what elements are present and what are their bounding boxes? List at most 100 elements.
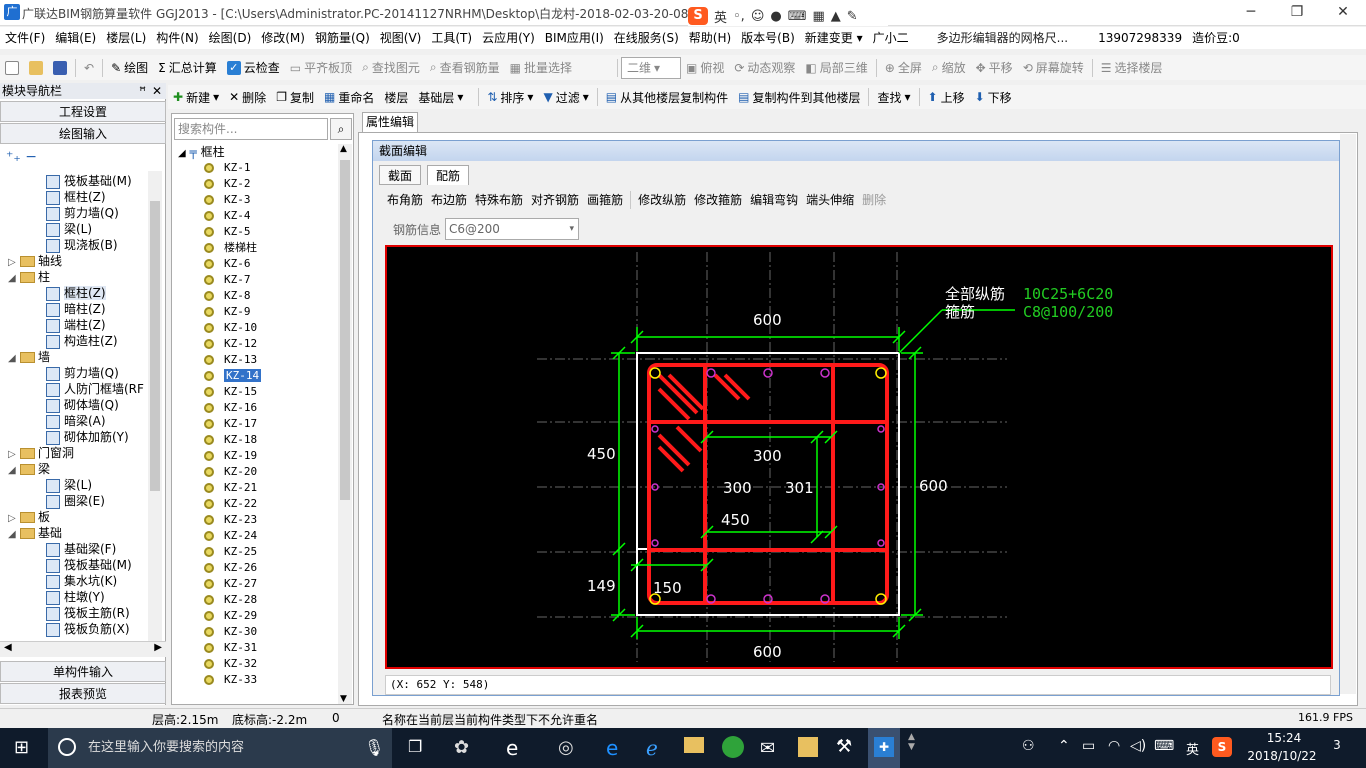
- component-list-item[interactable]: KZ-24: [204, 528, 257, 544]
- notes-icon[interactable]: [798, 737, 818, 757]
- find-button[interactable]: 查找 ▾: [872, 86, 915, 108]
- nav-tree-item[interactable]: 圈梁(E): [46, 493, 105, 509]
- component-list-item[interactable]: KZ-30: [204, 624, 257, 640]
- nav-tree-folder[interactable]: ▷ 门窗洞: [8, 445, 74, 461]
- component-list-item[interactable]: KZ-9: [204, 304, 251, 320]
- component-list-item[interactable]: KZ-10: [204, 320, 257, 336]
- app-pinwheel-icon[interactable]: ✿: [454, 737, 469, 758]
- menu-tools[interactable]: 工具(T): [426, 27, 477, 49]
- cortana-icon[interactable]: [58, 738, 76, 756]
- nav-tree-folder[interactable]: ◢ 梁: [8, 461, 50, 477]
- component-list-item[interactable]: KZ-26: [204, 560, 257, 576]
- nav-tree-folder[interactable]: ◢ 柱: [8, 269, 50, 285]
- nav-tree-item[interactable]: 筏板主筋(R): [46, 605, 130, 621]
- component-list-item[interactable]: KZ-19: [204, 448, 257, 464]
- nav-tree-item[interactable]: 筏板基础(M): [46, 557, 132, 573]
- help-tool-icon[interactable]: ⚒: [836, 736, 852, 757]
- minimize-button[interactable]: ─: [1228, 0, 1274, 26]
- component-list-item[interactable]: KZ-5: [204, 224, 251, 240]
- menu-component[interactable]: 构件(N): [151, 27, 203, 49]
- nav-tree-item[interactable]: 梁(L): [46, 221, 92, 237]
- nav-tree-item[interactable]: 梁(L): [46, 477, 92, 493]
- menu-cloud[interactable]: 云应用(Y): [477, 27, 540, 49]
- rename-button[interactable]: ▦ 重命名: [319, 86, 379, 108]
- component-list-item[interactable]: KZ-21: [204, 480, 257, 496]
- menu-new-change[interactable]: 新建变更 ▾: [800, 27, 868, 49]
- taskbar-search-input[interactable]: 在这里输入你要搜索的内容: [48, 728, 392, 768]
- clock-date[interactable]: 2018/10/22: [1244, 749, 1320, 763]
- punct-icon[interactable]: ◦,: [733, 9, 745, 24]
- collapse-icon[interactable]: ◢: [8, 351, 20, 367]
- menu-help[interactable]: 帮助(H): [684, 27, 736, 49]
- nav-scroll-thumb[interactable]: [150, 201, 160, 491]
- property-scrollbar[interactable]: [1340, 134, 1356, 694]
- expand-all-icon[interactable]: ⁺₊ −: [6, 149, 37, 165]
- edit-hook-button[interactable]: 编辑弯钩: [746, 189, 802, 211]
- corner-rebar-button[interactable]: 布角筋: [383, 189, 427, 211]
- component-list-item[interactable]: KZ-7: [204, 272, 251, 288]
- search-icon[interactable]: ⌕: [330, 118, 352, 140]
- section-drawing[interactable]: 600 600 450 600 149 150 300 300 301 450 …: [387, 247, 1331, 667]
- nav-tree-item[interactable]: 现浇板(B): [46, 237, 118, 253]
- tab-property-edit[interactable]: 属性编辑: [362, 112, 418, 132]
- wifi-icon[interactable]: ◠: [1108, 738, 1120, 754]
- new-file-button[interactable]: [0, 57, 24, 79]
- delete-component-button[interactable]: ✕ 删除: [224, 86, 271, 108]
- component-list-item[interactable]: KZ-22: [204, 496, 257, 512]
- component-list-item[interactable]: KZ-28: [204, 592, 257, 608]
- nav-tree-folder[interactable]: ◢ 墙: [8, 349, 50, 365]
- scroll-down-icon[interactable]: ▼: [340, 694, 347, 704]
- file-explorer-icon[interactable]: [684, 737, 704, 753]
- nav-tree-item[interactable]: 集水坑(K): [46, 573, 117, 589]
- emoji-icon[interactable]: ☺: [751, 9, 765, 24]
- scroll-up-icon[interactable]: ▲: [340, 144, 347, 154]
- copy-from-floor-button[interactable]: ▤ 从其他楼层复制构件: [601, 86, 733, 108]
- nav-hscrollbar[interactable]: ◀ ▶: [0, 641, 166, 657]
- close-button[interactable]: ✕: [1320, 0, 1366, 26]
- component-list-item[interactable]: KZ-32: [204, 656, 257, 672]
- nav-tree-item[interactable]: 柱墩(Y): [46, 589, 105, 605]
- project-settings-button[interactable]: 工程设置: [0, 101, 166, 122]
- select-floor-button[interactable]: ☰ 选择楼层: [1096, 57, 1168, 79]
- menu-view[interactable]: 视图(V): [375, 27, 427, 49]
- nav-tree-item[interactable]: 剪力墙(Q): [46, 205, 119, 221]
- modify-long-rebar-button[interactable]: 修改纵筋: [634, 189, 690, 211]
- component-list-item[interactable]: KZ-2: [204, 176, 251, 192]
- ime-indicator[interactable]: 英: [1186, 739, 1199, 758]
- nav-tree-item[interactable]: 基础梁(F): [46, 541, 116, 557]
- component-list-item[interactable]: KZ-18: [204, 432, 257, 448]
- menu-file[interactable]: 文件(F): [0, 27, 50, 49]
- flat-top-button[interactable]: ▭ 平齐板顶: [285, 57, 357, 79]
- user-phone[interactable]: 13907298339: [1093, 27, 1187, 49]
- rebar-info-select[interactable]: C6@200 ▾: [445, 218, 579, 240]
- shirt-icon[interactable]: ▲: [831, 9, 841, 24]
- sum-calc-button[interactable]: Σ 汇总计算: [153, 57, 222, 79]
- new-component-button[interactable]: ✚ 新建 ▾: [168, 86, 224, 108]
- gld-app-taskbar-button[interactable]: ✚: [868, 728, 900, 768]
- move-down-button[interactable]: ⬇ 下移: [970, 86, 1017, 108]
- browser-360-icon[interactable]: [722, 736, 744, 758]
- ie-blue-icon[interactable]: ℯ: [646, 736, 658, 760]
- component-list-item[interactable]: KZ-25: [204, 544, 257, 560]
- nav-tree-item[interactable]: 暗梁(A): [46, 413, 106, 429]
- menu-floor[interactable]: 楼层(L): [101, 27, 151, 49]
- tray-up-icon[interactable]: ⌃: [1058, 738, 1070, 754]
- menu-rebar-qty[interactable]: 钢筋量(Q): [310, 27, 375, 49]
- dynamic-view-button[interactable]: ⟳ 动态观察: [729, 57, 800, 79]
- component-list-item[interactable]: KZ-16: [204, 400, 257, 416]
- delete-rebar-button[interactable]: 删除: [858, 189, 890, 211]
- people-icon[interactable]: ⚇: [1022, 738, 1035, 754]
- nav-tree-item[interactable]: 暗柱(Z): [46, 301, 106, 317]
- batch-select-button[interactable]: ▦ 批量选择: [505, 57, 577, 79]
- collapse-icon[interactable]: ◢: [8, 527, 20, 543]
- report-preview-button[interactable]: 报表预览: [0, 683, 166, 704]
- section-canvas[interactable]: 600 600 450 600 149 150 300 300 301 450 …: [385, 245, 1333, 669]
- volume-icon[interactable]: ◁): [1130, 738, 1146, 754]
- menu-guangxiaoer[interactable]: 广小二: [868, 27, 914, 49]
- nav-tree-item[interactable]: 剪力墙(Q): [46, 365, 119, 381]
- mic-icon[interactable]: ●: [770, 9, 781, 24]
- task-view-icon[interactable]: ❐: [408, 737, 422, 756]
- menu-online[interactable]: 在线服务(S): [609, 27, 684, 49]
- view-mode-select[interactable]: 二维 ▾: [620, 56, 681, 79]
- nav-tree-item[interactable]: 构造柱(Z): [46, 333, 118, 349]
